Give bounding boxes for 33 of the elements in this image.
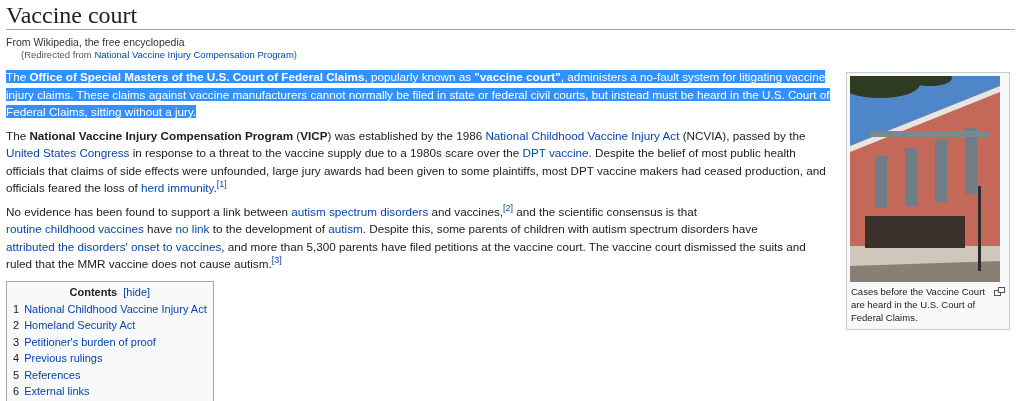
section-number: 5: [13, 368, 20, 381]
contents-link[interactable]: Previous rulings: [24, 352, 103, 364]
redirect-note: (Redirected from National Vaccine Injury Compensation Program): [21, 49, 298, 60]
paragraph: No evidence has been found to support a link between autism spectrum disorders and vaccines,$^{[2]}$ and the scientific consensus is that routine childhood vaccines have no link to the development of autism. Despite this, some parents of children with autism spectrum disorders have attributed the disorders' onset to vaccines, and more than 5,300 parents have filed petitions at the vaccine court. The vaccine court dismissed the suits and ruled that the MMR vaccine does not cause autism.$^{[3]}$: [6, 202, 807, 272]
contents-link[interactable]: Homeland Security Act: [24, 319, 136, 331]
article-link[interactable]: autism spectrum disorders: [291, 204, 429, 218]
section-number: 6: [13, 385, 20, 397]
redirect-link[interactable]: National Vaccine Injury Compensation Program: [94, 49, 294, 60]
hide-link[interactable]: [hide]: [123, 285, 151, 298]
paragraph: The Office of Special Masters of the U.S. Court of Federal Claims, popularly known as "vaccine court", administers a no-fault system for litigating vaccine injury claims. These claims against vaccine manufacturers cannot normally be filed in state or federal civil courts, but instead must be heard in the U.S. Court of Federal Claims, sitting without a jury.: [6, 69, 831, 120]
contents-link[interactable]: External links: [24, 385, 90, 397]
article-link[interactable]: routine childhood vaccines: [6, 222, 144, 235]
paragraph: The National Vaccine Injury Compensation Program (VICP) was established by the 1986 National Childhood Vaccine Injury Act (NCVIA), passed by the United States Congress in response to a threat to the vaccine supply due to a 1980s scare over the DPT vaccine. Despite the belief of most public health officials that claims of side effects were unfounded, large jury awards had been given to some plaintiffs, most DPT vaccine makers had ceased production, and officials feared the loss of herd immunity.$^{[1]}$: [6, 127, 827, 196]
reference-link[interactable]: [3]: [271, 255, 282, 266]
image-caption: Cases before the Vaccine Court are heard in the U.S. Court of Federal Claims.: [851, 285, 986, 324]
tagline: From Wikipedia, the free encyclopedia: [6, 36, 186, 48]
section-number: 1: [13, 302, 20, 315]
article-link[interactable]: National Childhood Vaccine Injury Act: [485, 128, 680, 142]
article-link[interactable]: United States Congress: [6, 146, 130, 159]
section-number: 4: [13, 352, 20, 364]
reference-link[interactable]: [2]: [503, 202, 514, 213]
article-link[interactable]: no link: [175, 222, 210, 235]
page-title: Vaccine court: [6, 0, 1015, 30]
section-number: 3: [13, 335, 20, 348]
article-link[interactable]: DPT vaccine: [522, 146, 589, 159]
article-link[interactable]: autism: [328, 222, 363, 235]
contents-heading: Contents: [69, 285, 118, 298]
section-number: 2: [13, 319, 20, 331]
contents-link[interactable]: References: [24, 368, 81, 381]
reference-link[interactable]: [1]: [216, 179, 227, 190]
contents-link[interactable]: Petitioner's burden of proof: [24, 335, 156, 348]
contents-link[interactable]: National Childhood Vaccine Injury Act: [24, 302, 207, 315]
enlarge-icon[interactable]: [994, 287, 1005, 296]
